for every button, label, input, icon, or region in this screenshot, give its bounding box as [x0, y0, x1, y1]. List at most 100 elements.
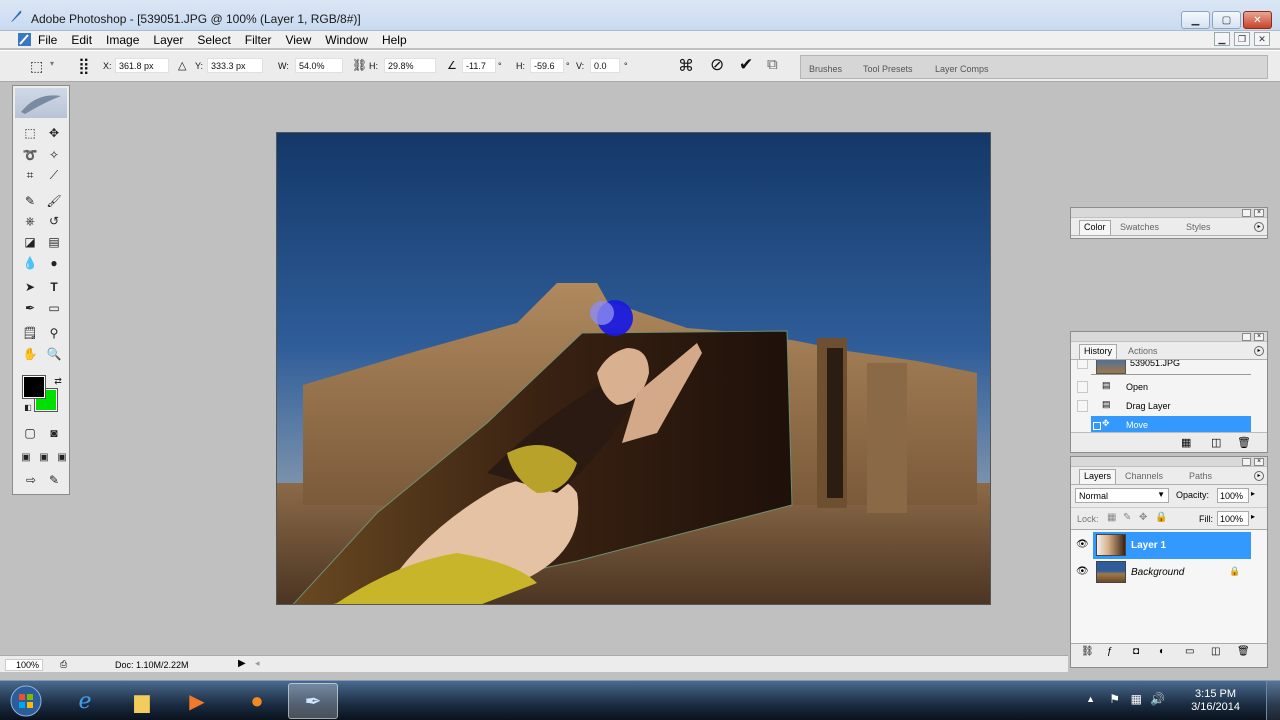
trash-icon[interactable]: 🗑 [1237, 436, 1251, 449]
shape-tool-icon[interactable]: ▭ [45, 299, 63, 317]
imageready-icon[interactable]: ✎ [45, 471, 63, 489]
standard-mode-icon[interactable]: ▢ [21, 424, 39, 442]
taskbar-internet-explorer[interactable]: ℯ [60, 683, 110, 719]
tab-layers[interactable]: Layers [1079, 469, 1117, 484]
x-field[interactable]: 361.8 px [115, 58, 169, 73]
lock-pixels-icon[interactable]: ✎ [1123, 512, 1131, 523]
well-tab-tool-presets[interactable]: Tool Presets [863, 64, 913, 74]
taskbar-media-player[interactable]: ▶ [172, 683, 222, 719]
magic-wand-icon[interactable]: ✧ [45, 146, 63, 164]
tab-history[interactable]: History [1079, 344, 1118, 359]
layer-row-layer-1[interactable]: 👁 Layer 1 [1071, 532, 1255, 559]
reference-point-icon[interactable]: ⣿ [78, 56, 90, 76]
history-snapshot[interactable]: 539051.JPG [1071, 360, 1251, 374]
network-icon[interactable]: ▦ [1131, 692, 1142, 706]
panel-minimize-button[interactable] [1242, 209, 1251, 217]
link-layers-icon[interactable]: ⛓ [1081, 646, 1094, 657]
screen-mode-full-menu-icon[interactable]: ▣ [35, 448, 53, 466]
tab-channels[interactable]: Channels [1121, 470, 1167, 482]
new-document-icon[interactable]: ▦ [1181, 436, 1191, 449]
new-snapshot-icon[interactable]: ◫ [1211, 436, 1221, 449]
tab-styles[interactable]: Styles [1182, 221, 1215, 233]
dodge-tool-icon[interactable]: ● [45, 254, 63, 272]
swap-colors-icon[interactable]: ⇄ [49, 372, 67, 390]
maximize-button[interactable]: ▢ [1212, 11, 1241, 29]
start-button[interactable] [4, 682, 48, 720]
adjustment-layer-icon[interactable]: ◐ [1159, 646, 1165, 657]
layer-mask-icon[interactable]: ◘ [1133, 646, 1139, 657]
clone-stamp-icon[interactable]: ⎈ [21, 212, 39, 230]
print-preview-icon[interactable]: ⎙ [60, 659, 67, 670]
warp-icon[interactable]: ⌘ [678, 56, 694, 76]
well-tab-layer-comps[interactable]: Layer Comps [935, 64, 989, 74]
height-field[interactable]: 29.8% [384, 58, 436, 73]
new-group-icon[interactable]: ▭ [1185, 646, 1194, 657]
menu-window[interactable]: Window [325, 33, 375, 47]
menu-select[interactable]: Select [197, 33, 237, 47]
hand-tool-icon[interactable]: ✋ [21, 345, 39, 363]
panel-minimize-button[interactable] [1242, 333, 1251, 341]
close-button[interactable]: ✕ [1243, 11, 1272, 29]
panel-close-button[interactable]: × [1254, 333, 1264, 341]
history-item-drag-layer[interactable]: ▤ Drag Layer [1071, 397, 1251, 416]
chevron-down-icon[interactable]: ▾ [50, 59, 54, 68]
menu-filter[interactable]: Filter [245, 33, 279, 47]
opacity-slider-icon[interactable]: ▸ [1251, 489, 1255, 498]
menu-help[interactable]: Help [382, 33, 414, 47]
menu-file[interactable]: File [38, 33, 64, 47]
show-hidden-icons-icon[interactable]: ▲ [1086, 694, 1095, 704]
notes-tool-icon[interactable]: 🗒 [21, 324, 39, 342]
eye-icon[interactable]: 👁 [1076, 539, 1089, 551]
history-checkbox[interactable] [1077, 381, 1088, 393]
fill-field[interactable]: 100% [1217, 511, 1249, 526]
screen-mode-standard-icon[interactable]: ▣ [17, 448, 35, 466]
blur-tool-icon[interactable]: 💧 [21, 254, 39, 272]
hskew-field[interactable]: -59.6 [530, 58, 564, 73]
lasso-tool-icon[interactable]: ➰ [21, 146, 39, 164]
panel-menu-icon[interactable]: ▸ [1254, 222, 1264, 232]
tab-color[interactable]: Color [1079, 220, 1111, 235]
link-icon[interactable]: ⛓ [352, 58, 367, 72]
file-browser-icon[interactable]: ⧉ [767, 56, 778, 73]
history-brush-source-checkbox[interactable] [1077, 360, 1088, 369]
vskew-field[interactable]: 0.0 [590, 58, 620, 73]
history-checkbox[interactable] [1077, 400, 1088, 412]
image-canvas[interactable] [276, 132, 991, 605]
y-field[interactable]: 333.3 px [207, 58, 263, 73]
history-item-open[interactable]: ▤ Open [1071, 378, 1251, 397]
layer-style-icon[interactable]: ƒ [1107, 646, 1113, 657]
layer-name[interactable]: Background [1131, 567, 1184, 578]
menu-edit[interactable]: Edit [71, 33, 99, 47]
layer-name[interactable]: Layer 1 [1131, 540, 1166, 551]
taskbar-photoshop[interactable]: ✒ [288, 683, 338, 719]
foreground-color-swatch[interactable] [22, 375, 46, 399]
transform-tool-icon[interactable]: ⬚ [30, 58, 43, 75]
panel-menu-icon[interactable]: ▸ [1254, 471, 1264, 481]
lock-position-icon[interactable]: ✥ [1139, 512, 1147, 523]
opacity-field[interactable]: 100% [1217, 488, 1249, 503]
volume-icon[interactable]: 🔊 [1150, 692, 1165, 706]
layer-row-background[interactable]: 👁 Background 🔒 [1071, 559, 1255, 586]
menu-view[interactable]: View [285, 33, 318, 47]
jump-to-imageready-icon[interactable]: ⇨ [19, 471, 43, 489]
clock[interactable]: 3:15 PM 3/16/2014 [1191, 688, 1240, 714]
lock-all-icon[interactable]: 🔒 [1155, 512, 1167, 523]
eraser-tool-icon[interactable]: ◪ [21, 233, 39, 251]
eye-icon[interactable]: 👁 [1076, 566, 1089, 578]
trash-icon[interactable]: 🗑 [1237, 646, 1250, 657]
panel-close-button[interactable]: × [1254, 209, 1264, 217]
default-colors-icon[interactable]: ◧ [19, 398, 37, 416]
brush-tool-icon[interactable]: 🖌 [45, 192, 63, 210]
panel-close-button[interactable]: × [1254, 458, 1264, 466]
width-field[interactable]: 54.0% [295, 58, 343, 73]
zoom-tool-icon[interactable]: 🔍 [45, 345, 63, 363]
path-selection-icon[interactable]: ➤ [21, 278, 39, 296]
slice-tool-icon[interactable]: ⟋ [45, 166, 63, 184]
cancel-transform-icon[interactable]: ⊘ [710, 55, 724, 75]
minimize-button[interactable]: ▁ [1181, 11, 1210, 29]
panel-minimize-button[interactable] [1242, 458, 1251, 466]
crop-tool-icon[interactable]: ⌗ [21, 166, 39, 184]
tab-paths[interactable]: Paths [1185, 470, 1216, 482]
screen-mode-full-icon[interactable]: ▣ [53, 448, 71, 466]
history-brush-icon[interactable]: ↺ [45, 212, 63, 230]
